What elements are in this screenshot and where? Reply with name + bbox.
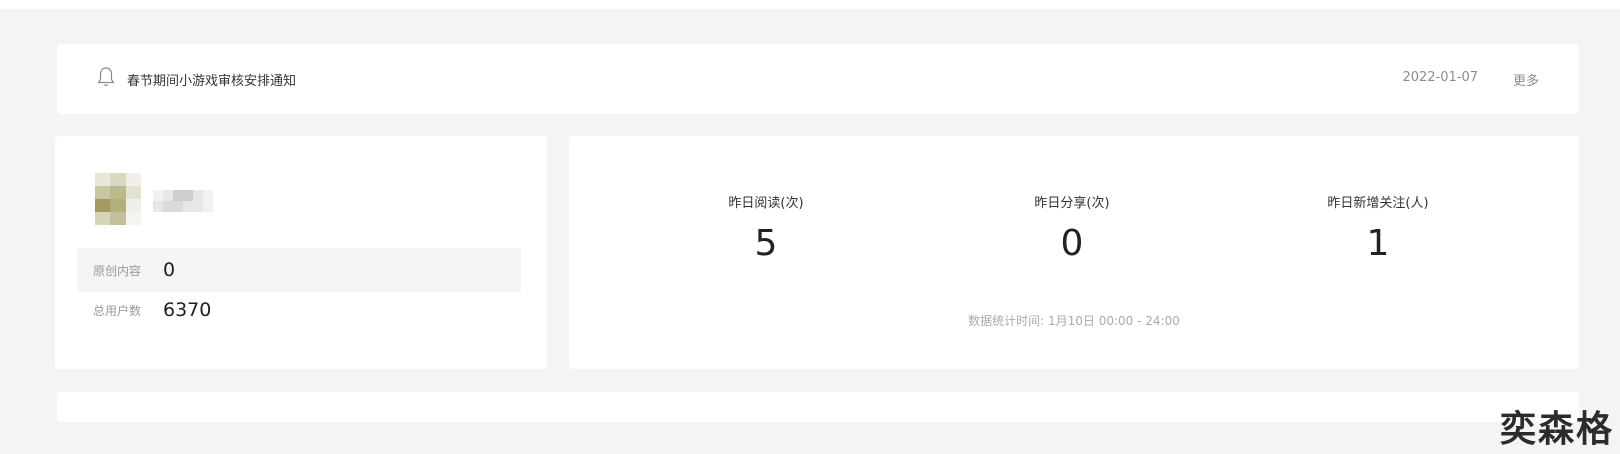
metric-shares: 昨日分享(次) 0 [972,192,1172,264]
stat-row-original-content: 原创内容 0 [77,248,521,292]
account-card: 原创内容 0 总用户数 6370 [55,136,547,369]
more-link[interactable]: 更多 [1513,70,1539,89]
metric-label: 昨日分享(次) [1034,196,1110,211]
metric-label: 昨日新增关注(人) [1327,196,1429,211]
yesterday-stats-card: 昨日阅读(次) 5 昨日分享(次) 0 昨日新增关注(人) 1 数据统计时间: … [569,136,1579,369]
notice-bar: 春节期间小游戏审核安排通知 2022-01-07 更多 [57,44,1579,114]
top-header-strip [0,0,1620,9]
watermark: 奕森格 [1499,409,1614,450]
metric-value: 0 [1060,223,1084,264]
account-nickname [153,190,213,212]
metric-value: 5 [754,223,778,264]
avatar [95,173,141,225]
stats-time-note: 数据统计时间: 1月10日 00:00 - 24:00 [968,314,1180,328]
metric-reads: 昨日阅读(次) 5 [666,192,866,264]
metric-new-follows: 昨日新增关注(人) 1 [1278,192,1478,264]
metric-label: 昨日阅读(次) [728,196,804,211]
bell-icon [97,67,115,87]
stat-label: 总用户数 [93,303,142,318]
bottom-card [57,392,1579,422]
stat-row-total-users: 总用户数 6370 [77,288,521,332]
stat-value: 0 [163,259,176,281]
stat-value: 6370 [163,299,212,321]
notice-date: 2022-01-07 [1402,70,1478,85]
metric-value: 1 [1366,223,1390,264]
notice-title-link[interactable]: 春节期间小游戏审核安排通知 [127,70,296,89]
stat-label: 原创内容 [93,263,142,278]
